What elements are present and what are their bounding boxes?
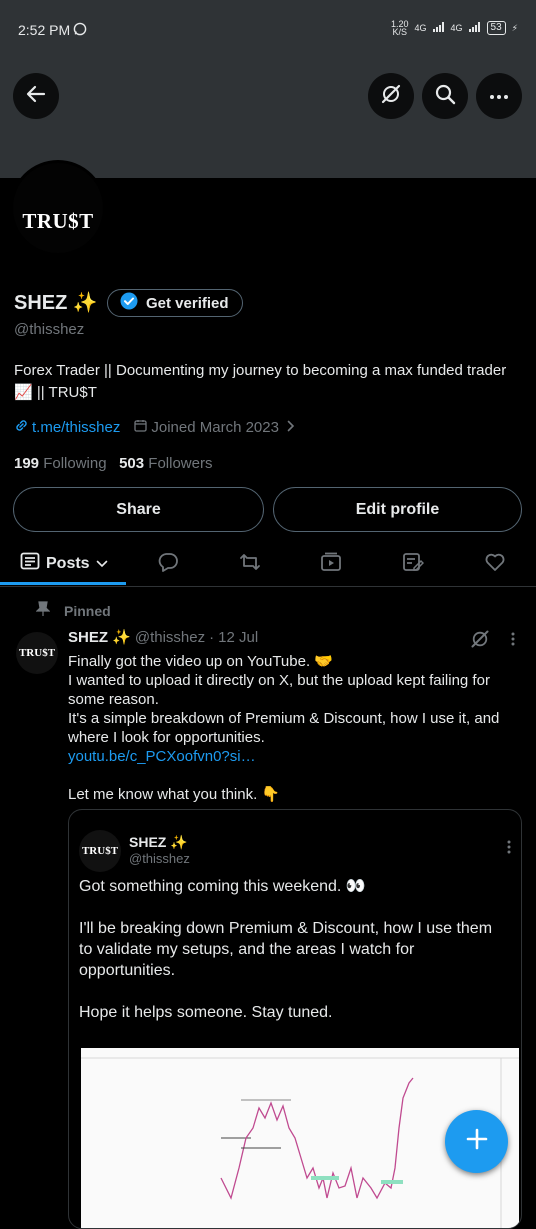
signal-label-1: 4G (414, 23, 427, 33)
get-verified-label: Get verified (146, 294, 229, 312)
following-link[interactable]: 199 Following (14, 455, 107, 472)
like-icon (484, 553, 506, 576)
more-options-button[interactable] (476, 73, 522, 119)
edit-profile-label: Edit profile (355, 500, 440, 518)
tab-replies[interactable] (157, 552, 179, 577)
profile-meta: t.me/thisshez Joined March 2023 (14, 418, 295, 437)
status-bar: 2:52 PM 1.20 K/S 4G 4G 53 ⚡ (0, 0, 536, 60)
posts-icon (20, 552, 40, 575)
more-icon (489, 87, 509, 105)
profile-handle: @thisshez (14, 321, 85, 338)
followers-label: Followers (148, 455, 213, 472)
whatsapp-icon (73, 22, 87, 41)
status-time: 2:52 PM (18, 22, 71, 38)
post-avatar[interactable]: TRU$T (16, 632, 58, 674)
back-button[interactable] (13, 73, 59, 119)
chevron-down-icon (96, 555, 108, 573)
following-label: Following (43, 455, 107, 472)
grok-icon (380, 83, 402, 110)
net-unit: K/S (392, 27, 407, 37)
quoted-line: Hope it helps someone. Stay tuned. (79, 1004, 333, 1021)
tab-articles[interactable] (402, 552, 425, 577)
back-arrow-icon (26, 84, 46, 109)
post-date[interactable]: 12 Jul (218, 629, 258, 646)
repost-icon (239, 554, 261, 576)
calendar-icon (134, 419, 148, 436)
signal-bars-icon (468, 22, 481, 34)
post-author-handle[interactable]: @thisshez (135, 629, 205, 646)
post-grok-button[interactable] (470, 629, 490, 654)
tab-posts[interactable]: Posts (20, 552, 108, 575)
reply-icon (157, 553, 179, 576)
pin-icon (35, 601, 51, 620)
charging-icon: ⚡ (511, 22, 518, 33)
post-separator: · (209, 628, 215, 646)
articles-icon (402, 553, 425, 576)
followers-link[interactable]: 503 Followers (119, 455, 212, 472)
chevron-right-icon[interactable] (287, 419, 295, 436)
quoted-post[interactable]: TRU$T SHEZ ✨ @thisshez Got something com… (68, 809, 522, 1229)
post-youtube-link[interactable]: youtu.be/c_PCXoofvn0?si… (68, 748, 256, 765)
battery-level: 53 (486, 21, 506, 35)
joined-date: Joined March 2023 (151, 419, 279, 436)
tab-posts-label: Posts (46, 554, 90, 572)
avatar-logo-text: TRU$T (22, 208, 94, 233)
following-count: 199 (14, 455, 40, 472)
search-button[interactable] (422, 73, 468, 119)
quoted-more-button[interactable] (507, 840, 511, 859)
get-verified-button[interactable]: Get verified (107, 289, 243, 317)
pinned-label: Pinned (64, 602, 111, 619)
post-header: SHEZ ✨ @thisshez · 12 Jul (68, 628, 258, 647)
post-more-button[interactable] (511, 632, 515, 651)
link-icon (14, 418, 29, 437)
follow-stats: 199 Following 503 Followers (14, 455, 212, 472)
post-line: I wanted to upload it directly on X, but… (68, 672, 490, 708)
active-tab-indicator (0, 582, 126, 585)
post-body: Finally got the video up on YouTube. 🤝 I… (68, 652, 518, 804)
status-indicators: 1.20 K/S 4G 4G 53 ⚡ (391, 20, 518, 37)
edit-profile-button[interactable]: Edit profile (273, 487, 522, 532)
quoted-line: I'll be breaking down Premium & Discount… (79, 920, 493, 979)
quoted-author-handle: @thisshez (129, 851, 190, 866)
post-line: Let me know what you think. 👇 (68, 786, 281, 803)
quoted-avatar: TRU$T (79, 830, 121, 872)
followers-count: 503 (119, 455, 145, 472)
signal-label-2: 4G (450, 23, 463, 33)
media-icon (320, 552, 342, 576)
profile-bio: Forex Trader || Documenting my journey t… (14, 362, 507, 401)
quoted-line: Got something coming this weekend. 👀 (79, 878, 366, 895)
pinned-indicator: Pinned (35, 601, 111, 620)
signal-bars-icon (432, 22, 445, 34)
profile-tabs: Posts (0, 540, 536, 587)
verified-badge-icon (120, 292, 138, 314)
tab-reposts[interactable] (239, 552, 261, 577)
grok-icon (470, 630, 490, 653)
profile-name: SHEZ ✨ (14, 292, 98, 314)
tab-media[interactable] (320, 552, 342, 577)
share-button[interactable]: Share (13, 487, 264, 532)
profile-link[interactable]: t.me/thisshez (32, 419, 120, 436)
quoted-avatar-logo: TRU$T (81, 845, 119, 857)
more-vertical-icon (511, 632, 515, 650)
search-icon (434, 83, 456, 110)
grok-button[interactable] (368, 73, 414, 119)
more-vertical-icon (507, 840, 511, 858)
post-line: It's a simple breakdown of Premium & Dis… (68, 710, 500, 746)
share-label: Share (116, 500, 161, 518)
tab-likes[interactable] (484, 552, 506, 577)
post-line: Finally got the video up on YouTube. 🤝 (68, 653, 333, 670)
compose-button[interactable] (445, 1110, 508, 1173)
quoted-author-name: SHEZ ✨ (129, 834, 188, 850)
quoted-body: Got something coming this weekend. 👀 I'l… (79, 876, 499, 1023)
compose-plus-icon (465, 1127, 489, 1156)
post-avatar-logo: TRU$T (18, 647, 56, 659)
profile-avatar[interactable]: TRU$T (10, 160, 106, 256)
post-author-name[interactable]: SHEZ ✨ (68, 628, 131, 646)
